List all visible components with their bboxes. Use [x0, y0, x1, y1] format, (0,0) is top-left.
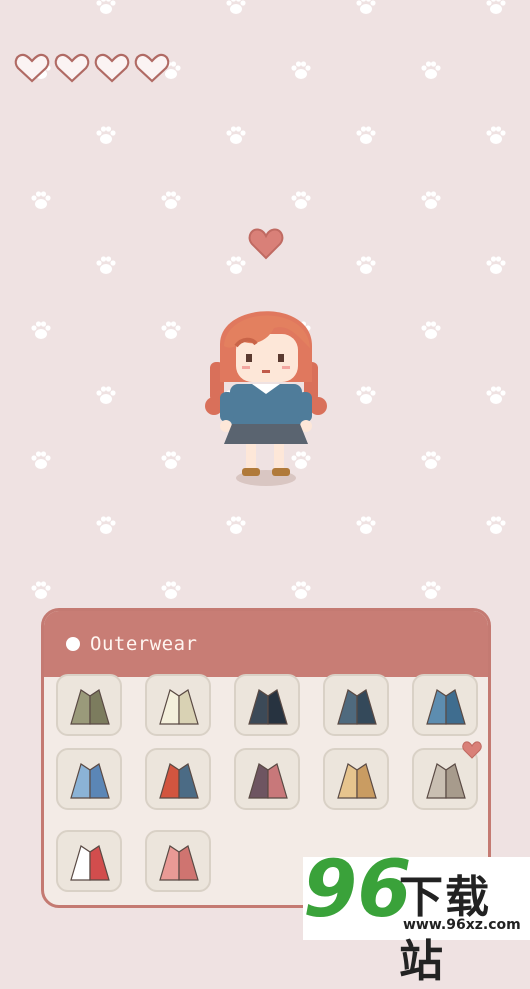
paw-print-icon [420, 190, 442, 210]
category-header[interactable]: Outerwear [44, 611, 488, 677]
player-character-sprite [205, 311, 327, 486]
paw-print-icon [160, 580, 182, 600]
paw-print-icon [485, 125, 507, 145]
item-slot-olive-coat[interactable] [56, 674, 122, 736]
paw-print-icon [30, 450, 52, 470]
health-heart-icon [14, 53, 50, 83]
paw-print-icon [355, 385, 377, 405]
coat-icon [159, 689, 199, 725]
paw-print-icon [30, 580, 52, 600]
paw-print-icon [160, 450, 182, 470]
paw-print-icon [485, 515, 507, 535]
coat-icon [337, 763, 377, 799]
coat-icon [248, 763, 288, 799]
site-watermark-logo: 96 下载站 www.96xz.com [303, 851, 530, 987]
paw-print-icon [160, 190, 182, 210]
affection-heart-icon [248, 228, 284, 260]
paw-print-icon [225, 515, 247, 535]
coat-icon [70, 763, 110, 799]
item-slot-navy-coat[interactable] [234, 674, 300, 736]
coat-icon [426, 689, 466, 725]
watermark-url: www.96xz.com [403, 917, 521, 933]
favorite-heart-icon [462, 741, 482, 759]
paw-print-icon [290, 190, 312, 210]
item-slot-blue-jacket[interactable] [412, 674, 478, 736]
paw-print-icon [160, 320, 182, 340]
item-slot-sailor-cape[interactable] [56, 830, 122, 892]
paw-print-icon [225, 0, 247, 15]
category-title: Outerwear [90, 633, 198, 655]
paw-print-icon [355, 125, 377, 145]
watermark-number: 96 [303, 845, 412, 935]
paw-print-icon [485, 385, 507, 405]
paw-print-icon [355, 0, 377, 15]
category-dot-icon [66, 637, 80, 651]
paw-print-icon [30, 320, 52, 340]
paw-print-icon [355, 255, 377, 275]
paw-print-icon [420, 320, 442, 340]
paw-print-icon [225, 255, 247, 275]
item-slot-tan-coat[interactable] [323, 748, 389, 810]
coat-icon [70, 689, 110, 725]
item-slot-sky-blue-cape[interactable] [56, 748, 122, 810]
item-slot-red-plaid-coat[interactable] [145, 748, 211, 810]
paw-print-icon [355, 515, 377, 535]
coat-icon [337, 689, 377, 725]
health-hearts [14, 52, 170, 84]
paw-print-icon [420, 580, 442, 600]
paw-print-icon [485, 0, 507, 15]
item-slot-cream-cape[interactable] [145, 674, 211, 736]
health-heart-icon [54, 53, 90, 83]
coat-icon [248, 689, 288, 725]
paw-print-icon [290, 580, 312, 600]
health-heart-icon [134, 53, 170, 83]
paw-print-icon [95, 515, 117, 535]
paw-print-icon [30, 190, 52, 210]
paw-print-icon [95, 0, 117, 15]
coat-icon [70, 845, 110, 881]
paw-print-icon [420, 60, 442, 80]
paw-print-icon [95, 385, 117, 405]
paw-print-icon [485, 255, 507, 275]
coat-icon [159, 763, 199, 799]
paw-print-icon [95, 255, 117, 275]
health-heart-icon [94, 53, 130, 83]
paw-print-icon [225, 125, 247, 145]
paw-print-icon [290, 60, 312, 80]
item-slot-plum-coat[interactable] [234, 748, 300, 810]
paw-print-icon [420, 450, 442, 470]
paw-print-icon [95, 125, 117, 145]
coat-icon [426, 763, 466, 799]
coat-icon [159, 845, 199, 881]
item-slot-pink-coat[interactable] [145, 830, 211, 892]
item-slot-slate-blue-coat[interactable] [323, 674, 389, 736]
